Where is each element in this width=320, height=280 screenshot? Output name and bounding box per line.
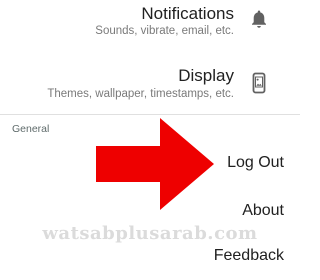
notifications-subtitle: Sounds, vibrate, email, etc. bbox=[95, 25, 234, 37]
phone-icon bbox=[248, 72, 270, 94]
notifications-title: Notifications bbox=[141, 4, 234, 23]
bell-icon bbox=[248, 8, 270, 30]
display-subtitle: Themes, wallpaper, timestamps, etc. bbox=[47, 88, 234, 100]
notifications-setting[interactable]: Notifications Sounds, vibrate, email, et… bbox=[0, 0, 300, 52]
general-section-header: General bbox=[12, 123, 50, 135]
section-divider bbox=[0, 114, 300, 115]
red-arrow-shape bbox=[96, 118, 214, 210]
log-out-label: Log Out bbox=[227, 154, 284, 171]
feedback-label: Feedback bbox=[213, 247, 284, 264]
red-arrow-icon bbox=[96, 118, 214, 210]
display-setting[interactable]: Display Themes, wallpaper, timestamps, e… bbox=[0, 58, 300, 110]
watermark-text: watsabplusarab.com bbox=[42, 223, 258, 244]
about-label: About bbox=[242, 202, 284, 219]
display-title: Display bbox=[178, 66, 234, 85]
